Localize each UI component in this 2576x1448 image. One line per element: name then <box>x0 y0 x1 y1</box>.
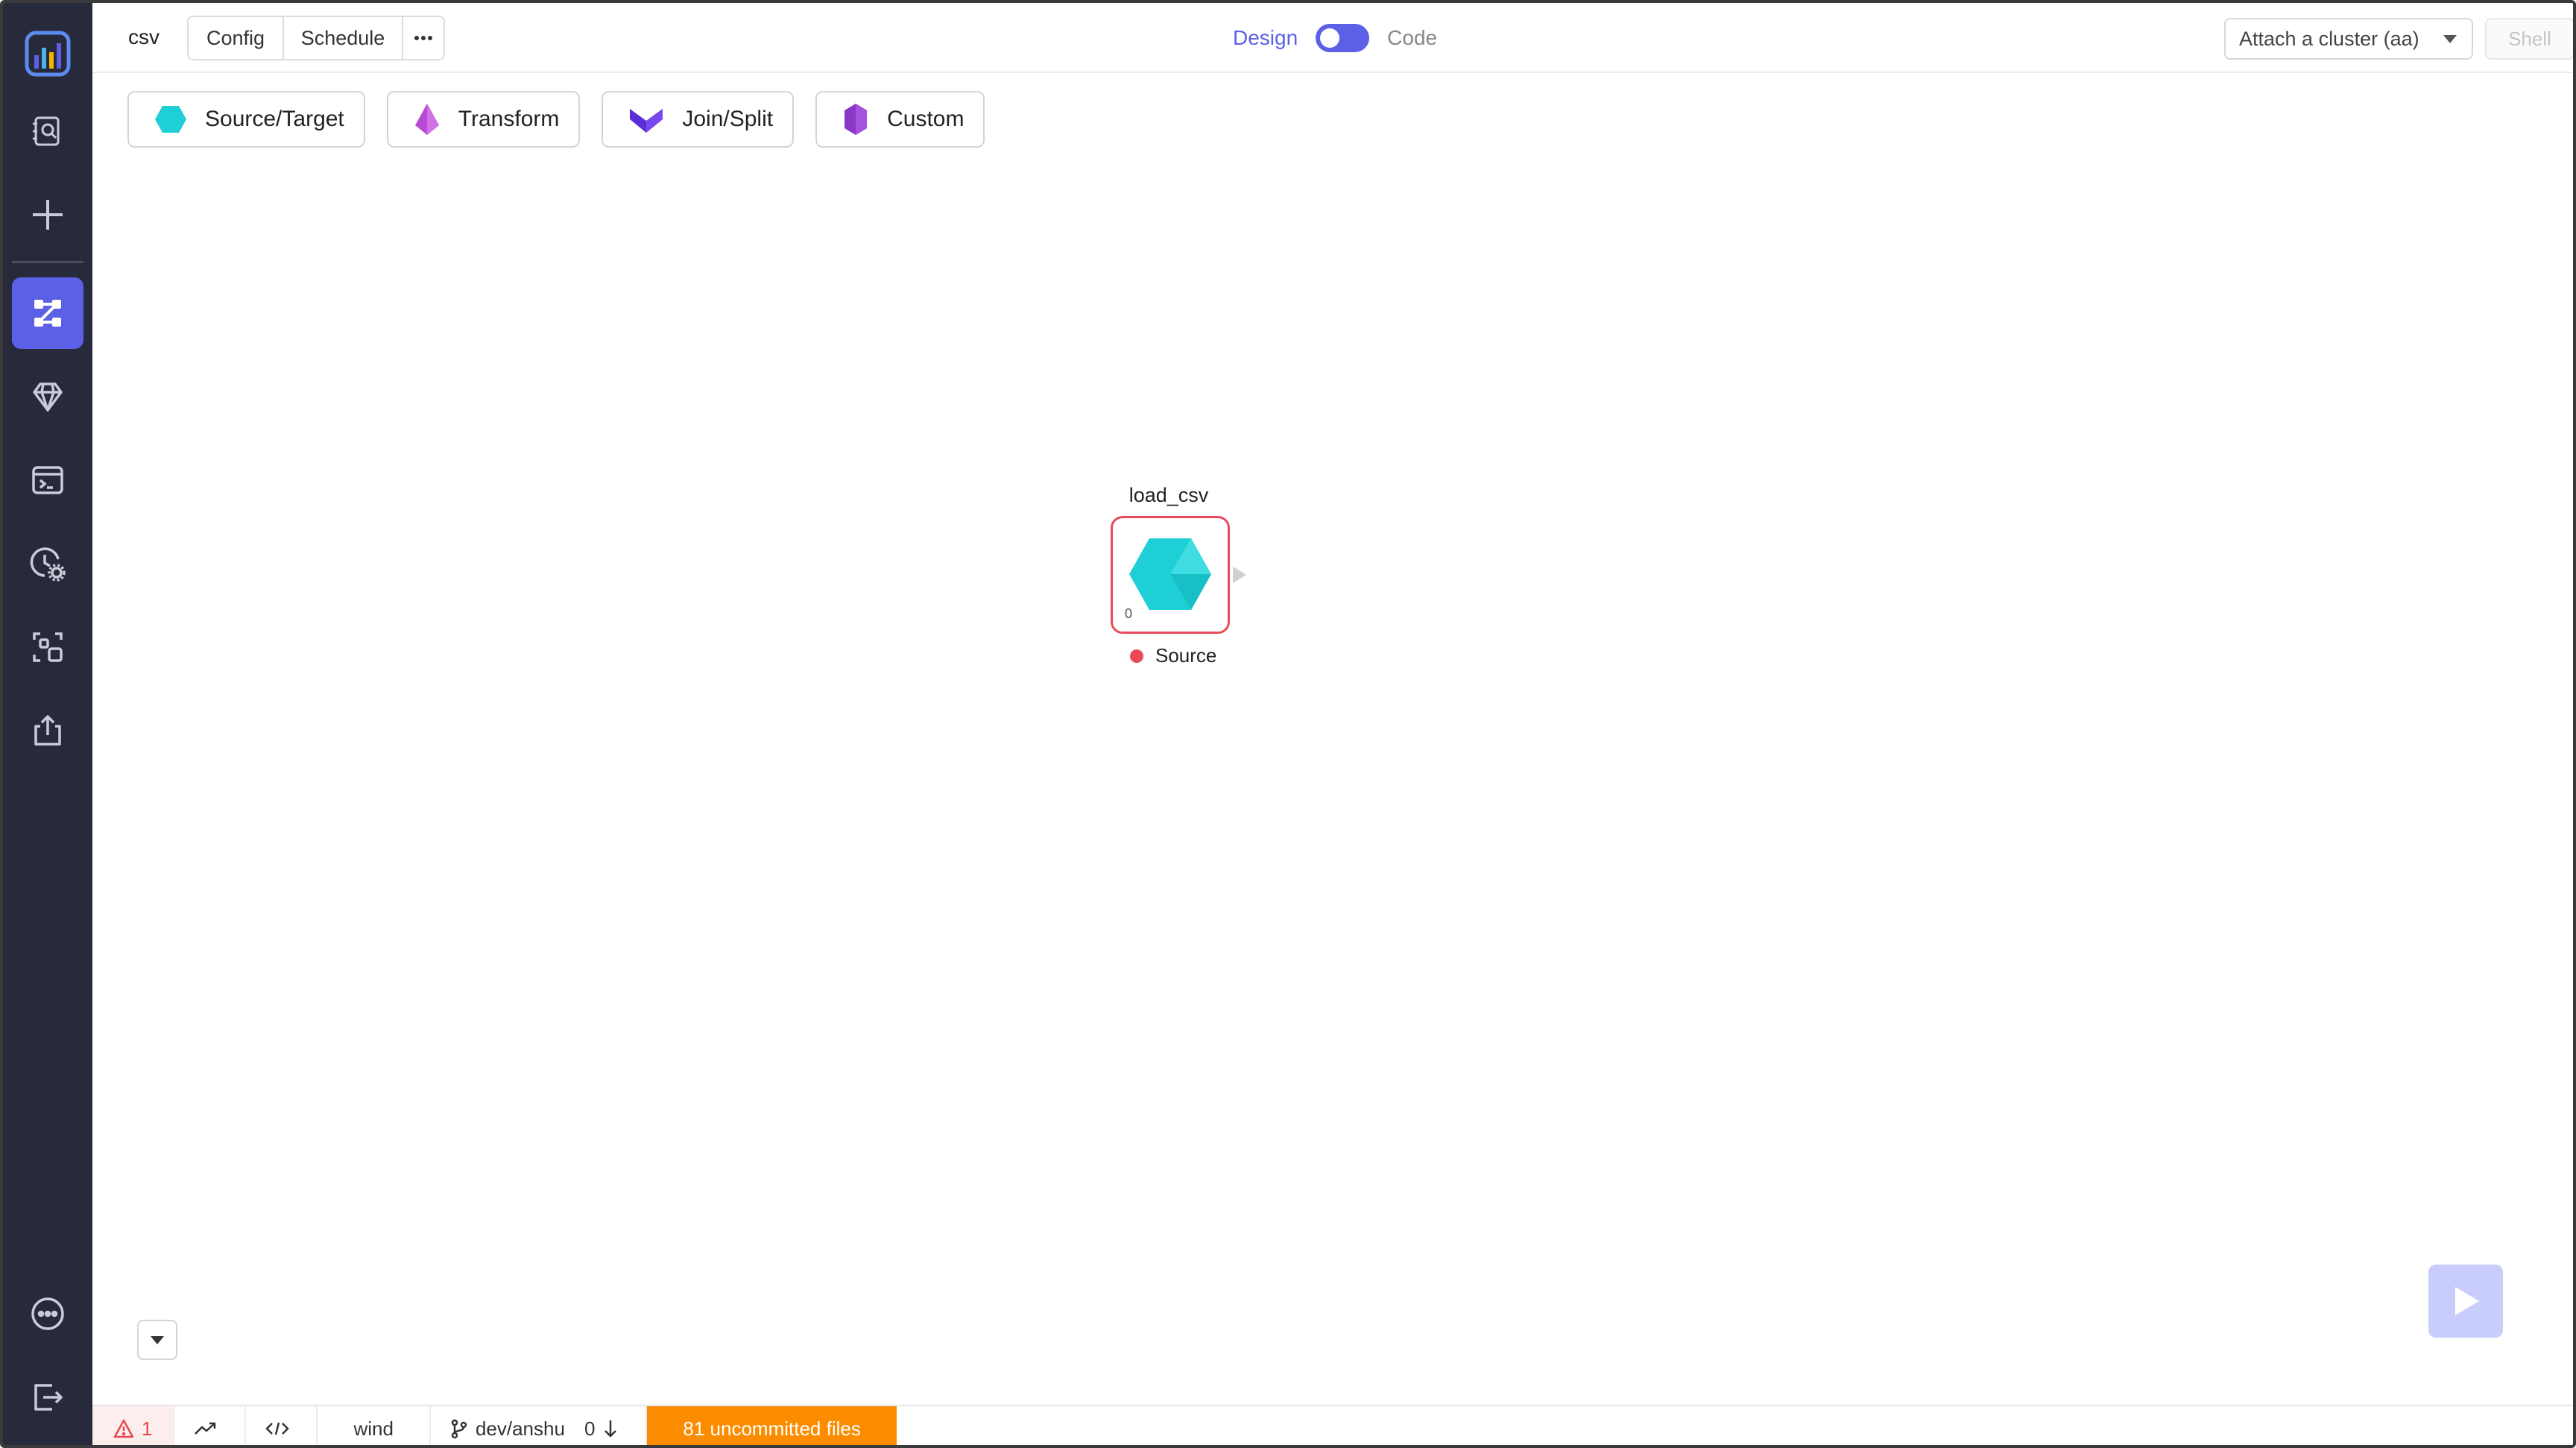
schedule-button[interactable]: Schedule <box>284 17 403 59</box>
collapse-panel-button[interactable] <box>137 1320 177 1360</box>
errors-indicator[interactable]: 1 <box>92 1406 175 1445</box>
ellipsis-icon <box>414 36 432 40</box>
commits-behind-count: 0 <box>584 1417 596 1440</box>
sidebar <box>3 3 92 1445</box>
gem-icon[interactable] <box>12 361 83 432</box>
crystal-gem-icon <box>414 104 439 135</box>
error-count: 1 <box>142 1417 153 1440</box>
metrics-button[interactable] <box>174 1406 247 1445</box>
gem-node-count: 0 <box>1125 606 1133 621</box>
switch-knob <box>1320 28 1340 48</box>
search-icon[interactable] <box>12 95 83 167</box>
export-icon[interactable] <box>12 695 83 767</box>
hexagon-gem-icon <box>155 106 186 133</box>
chevron-gem-icon <box>630 109 663 133</box>
arrow-down-icon <box>604 1420 617 1438</box>
mode-switch[interactable] <box>1316 24 1370 52</box>
gem-node-name[interactable]: load_csv <box>1106 484 1231 507</box>
caret-down-icon <box>151 1335 164 1344</box>
logo-icon[interactable] <box>12 18 83 89</box>
run-button[interactable] <box>2428 1265 2503 1338</box>
gem-palette: Source/Target Transform Join/Split Custo… <box>127 91 985 148</box>
config-button[interactable]: Config <box>189 17 284 59</box>
code-mode-label[interactable]: Code <box>1387 26 1437 50</box>
schedule-settings-icon[interactable] <box>12 528 83 599</box>
branch-name: dev/anshu <box>475 1417 565 1440</box>
header-button-group: Config Schedule <box>187 16 445 60</box>
output-port-icon[interactable] <box>1233 567 1246 583</box>
source-gem-icon <box>1129 538 1211 610</box>
top-header: csv Config Schedule Design Code Attach a… <box>92 3 2573 73</box>
sidebar-divider <box>12 261 83 263</box>
shell-button[interactable]: Shell <box>2485 18 2573 60</box>
plus-icon[interactable] <box>12 179 83 251</box>
pipeline-icon[interactable] <box>12 277 83 349</box>
gem-node-type: Source <box>1155 644 1217 667</box>
branch-selector[interactable]: dev/anshu 0 <box>431 1406 648 1445</box>
code-brackets-icon <box>265 1422 290 1435</box>
join-split-gem-button[interactable]: Join/Split <box>602 91 795 148</box>
gem-node[interactable]: 0 <box>1111 516 1230 634</box>
transform-gem-button[interactable]: Transform <box>386 91 581 148</box>
pipeline-title: csv <box>128 25 160 48</box>
more-icon[interactable] <box>12 1278 83 1350</box>
source-target-gem-button[interactable]: Source/Target <box>127 91 365 148</box>
trend-icon <box>195 1422 216 1435</box>
more-options-button[interactable] <box>403 17 443 59</box>
status-bar: 1 wind dev/anshu 0 81 uncommitted files <box>92 1405 2573 1445</box>
source-target-label: Source/Target <box>205 107 344 131</box>
custom-label: Custom <box>887 107 965 131</box>
design-code-toggle: Design Code <box>1233 24 1437 52</box>
terminal-icon[interactable] <box>12 444 83 516</box>
play-icon <box>2455 1287 2479 1315</box>
cluster-dropdown[interactable]: Attach a cluster (aa) <box>2224 18 2473 60</box>
custom-gem-button[interactable]: Custom <box>815 91 985 148</box>
gem-node-status: Source <box>1130 644 1216 667</box>
code-view-button[interactable] <box>246 1406 318 1445</box>
fabric-selector[interactable]: wind <box>318 1406 431 1445</box>
warning-icon <box>113 1419 134 1438</box>
git-branch-icon <box>451 1419 467 1439</box>
fabric-name: wind <box>353 1417 394 1440</box>
transform-label: Transform <box>458 107 560 131</box>
dependency-icon[interactable] <box>12 611 83 683</box>
join-split-label: Join/Split <box>682 107 774 131</box>
error-status-dot <box>1130 649 1143 663</box>
caret-down-icon <box>2443 35 2457 43</box>
prism-gem-icon <box>845 104 868 135</box>
app-window: csv Config Schedule Design Code Attach a… <box>0 0 2576 1448</box>
design-mode-label[interactable]: Design <box>1233 26 1298 50</box>
logout-icon[interactable] <box>12 1362 83 1433</box>
uncommitted-files-button[interactable]: 81 uncommitted files <box>647 1406 897 1445</box>
cluster-dropdown-value: Attach a cluster (aa) <box>2239 27 2419 50</box>
